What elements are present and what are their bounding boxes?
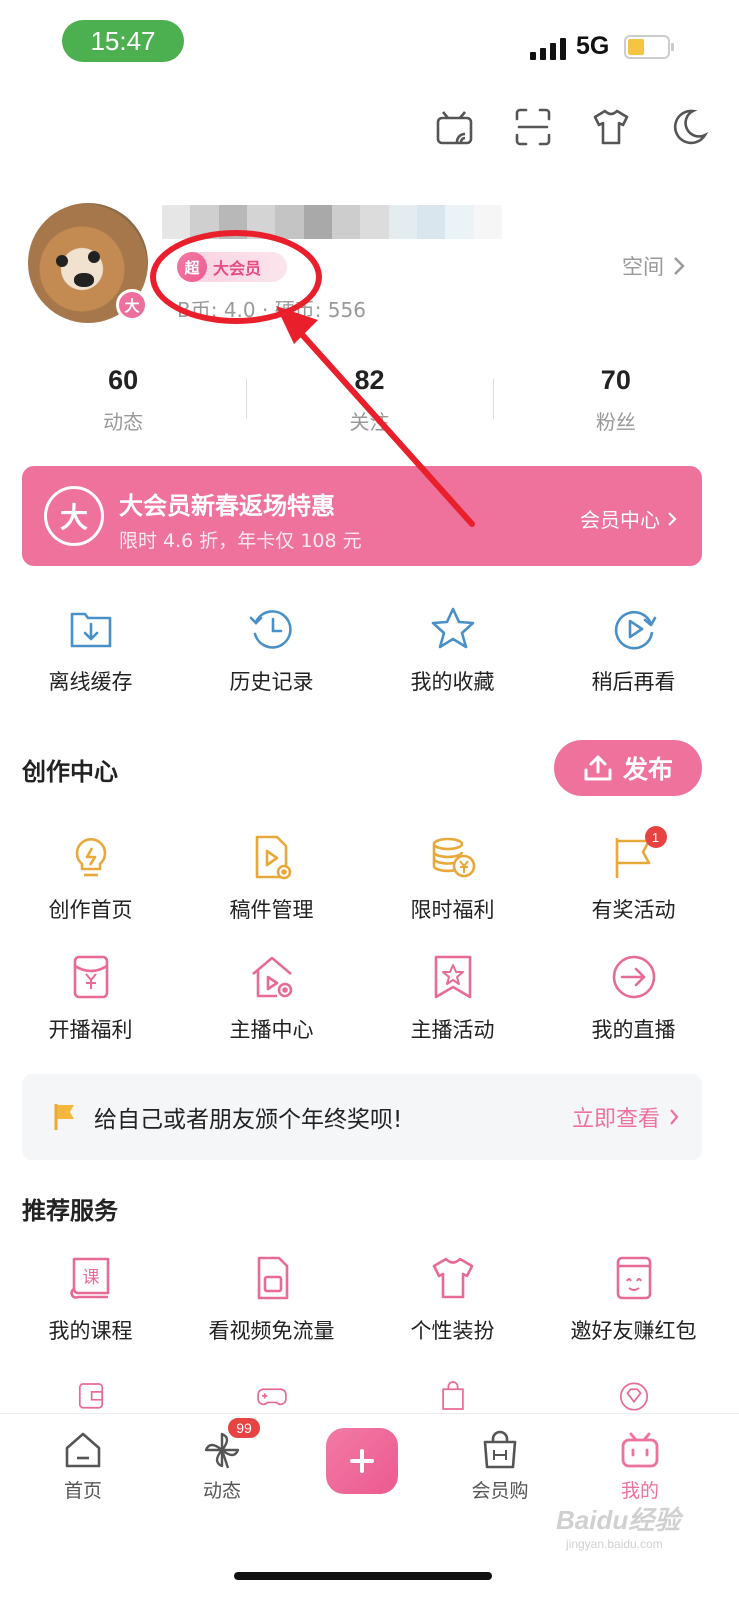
notification-badge: 1 xyxy=(644,826,667,848)
svg-text:课: 课 xyxy=(82,1268,99,1288)
recommended-label: 邀好友赚红包 xyxy=(570,1319,697,1343)
home-indicator[interactable] xyxy=(234,1572,492,1580)
creation-center-title: 创作中心 xyxy=(22,758,118,786)
personal-dressup[interactable]: 个性装扮 xyxy=(362,1253,543,1345)
nav-label: 动态 xyxy=(202,1480,241,1502)
annotation-arrow xyxy=(276,306,475,527)
recommended-services-title: 推荐服务 xyxy=(22,1197,118,1225)
creation-label: 开播福利 xyxy=(48,1018,133,1042)
flag-icon-wrap: 1 xyxy=(609,826,667,882)
diamond-icon[interactable] xyxy=(609,1380,659,1413)
home-icon xyxy=(65,1432,101,1468)
upload-icon xyxy=(584,755,612,781)
chevron-right-icon xyxy=(670,1109,679,1125)
publish-label: 发布 xyxy=(622,755,673,784)
creation-row-2: 开播福利 主播中心 主播活动 我的直播 xyxy=(0,952,739,1044)
quick-action-label: 稍后再看 xyxy=(591,670,676,694)
view-now-link[interactable]: 立即查看 xyxy=(572,1101,680,1133)
shopping-bag-icon xyxy=(483,1430,517,1469)
live-enter-icon xyxy=(612,955,655,999)
quick-action-history[interactable]: 历史记录 xyxy=(181,604,362,696)
recommended-label: 个性装扮 xyxy=(410,1319,495,1343)
gamepad-icon[interactable] xyxy=(247,1380,297,1413)
nav-mine[interactable]: 我的 xyxy=(590,1430,690,1503)
publish-button[interactable]: 发布 xyxy=(554,740,702,796)
lightbulb-icon xyxy=(75,837,106,877)
shop-bag-icon[interactable] xyxy=(428,1380,478,1413)
wallet-icon[interactable] xyxy=(66,1380,116,1413)
manuscript-icon xyxy=(255,835,291,880)
reward-activities[interactable]: 1 有奖活动 xyxy=(543,826,724,924)
invite-friends[interactable]: 邀好友赚红包 xyxy=(543,1253,724,1345)
free-data-video[interactable]: 看视频免流量 xyxy=(181,1253,362,1345)
tv-mascot-icon xyxy=(621,1432,659,1468)
watermark-sub: jingyan.baidu.com xyxy=(566,1537,663,1551)
nav-label: 会员购 xyxy=(471,1480,529,1502)
nav-label: 首页 xyxy=(63,1480,102,1502)
year-end-notice[interactable]: 给自己或者朋友颁个年终奖呗! 立即查看 xyxy=(22,1074,702,1160)
coins-icon xyxy=(432,837,475,878)
plus-icon xyxy=(350,1449,374,1473)
quick-action-label: 我的收藏 xyxy=(410,670,495,694)
tshirt-icon xyxy=(432,1257,473,1299)
my-live[interactable]: 我的直播 xyxy=(543,952,724,1044)
nav-label: 我的 xyxy=(620,1480,659,1502)
nav-vip-shop[interactable]: 会员购 xyxy=(450,1430,550,1503)
creation-label: 稿件管理 xyxy=(229,898,314,922)
favorites-star-icon xyxy=(431,607,474,649)
recommended-row-1: 课 我的课程 看视频免流量 个性装扮 邀好友赚红包 xyxy=(0,1253,739,1345)
streamer-center[interactable]: 主播中心 xyxy=(181,952,362,1044)
red-envelope-icon xyxy=(73,955,108,999)
invite-envelope-icon xyxy=(616,1256,651,1300)
quick-action-label: 历史记录 xyxy=(229,670,314,694)
creation-label: 限时福利 xyxy=(410,898,495,922)
nav-home[interactable]: 首页 xyxy=(33,1430,133,1503)
recommended-row-2-partial xyxy=(0,1380,739,1413)
streaming-benefits[interactable]: 开播福利 xyxy=(0,952,181,1044)
creation-label: 主播中心 xyxy=(229,1018,314,1042)
creation-label: 创作首页 xyxy=(48,898,133,922)
notice-text: 给自己或者朋友颁个年终奖呗! xyxy=(94,1107,403,1133)
creation-label: 我的直播 xyxy=(591,1018,676,1042)
recommended-label: 看视频免流量 xyxy=(208,1319,335,1343)
quick-action-watch-later[interactable]: 稍后再看 xyxy=(543,604,724,696)
notification-badge: 99 xyxy=(226,1416,262,1440)
create-plus-button[interactable] xyxy=(326,1428,398,1494)
creation-label: 主播活动 xyxy=(410,1018,495,1042)
streamer-home-icon xyxy=(251,956,292,998)
creation-home[interactable]: 创作首页 xyxy=(0,832,181,924)
creation-row-1: 创作首页 稿件管理 限时福利 1 有奖活动 xyxy=(0,826,739,924)
pinwheel-icon-wrap: 99 xyxy=(202,1416,262,1470)
view-now-label: 立即查看 xyxy=(571,1107,660,1132)
quick-actions-row: 离线缓存 历史记录 我的收藏 稍后再看 xyxy=(0,604,739,696)
quick-action-offline-cache[interactable]: 离线缓存 xyxy=(0,604,181,696)
offline-cache-icon xyxy=(70,612,111,648)
my-courses[interactable]: 课 我的课程 xyxy=(0,1253,181,1345)
bookmark-star-icon xyxy=(434,955,471,999)
notice-flag-icon xyxy=(54,1104,74,1130)
quick-action-label: 离线缓存 xyxy=(48,670,133,694)
creation-label: 有奖活动 xyxy=(591,898,676,922)
watermark-text: Baidu经验 xyxy=(556,1505,681,1535)
sim-card-icon xyxy=(257,1256,288,1300)
baidu-watermark: Baidu经验 jingyan.baidu.com xyxy=(556,1500,680,1551)
course-icon: 课 xyxy=(69,1257,109,1299)
limited-benefits[interactable]: 限时福利 xyxy=(362,832,543,924)
quick-action-favorites[interactable]: 我的收藏 xyxy=(362,604,543,696)
recommended-label: 我的课程 xyxy=(48,1319,133,1343)
streamer-activities[interactable]: 主播活动 xyxy=(362,952,543,1044)
manuscript-management[interactable]: 稿件管理 xyxy=(181,832,362,924)
nav-dynamics[interactable]: 99 动态 xyxy=(172,1416,272,1503)
history-icon xyxy=(249,610,292,649)
watch-later-icon xyxy=(614,610,656,650)
